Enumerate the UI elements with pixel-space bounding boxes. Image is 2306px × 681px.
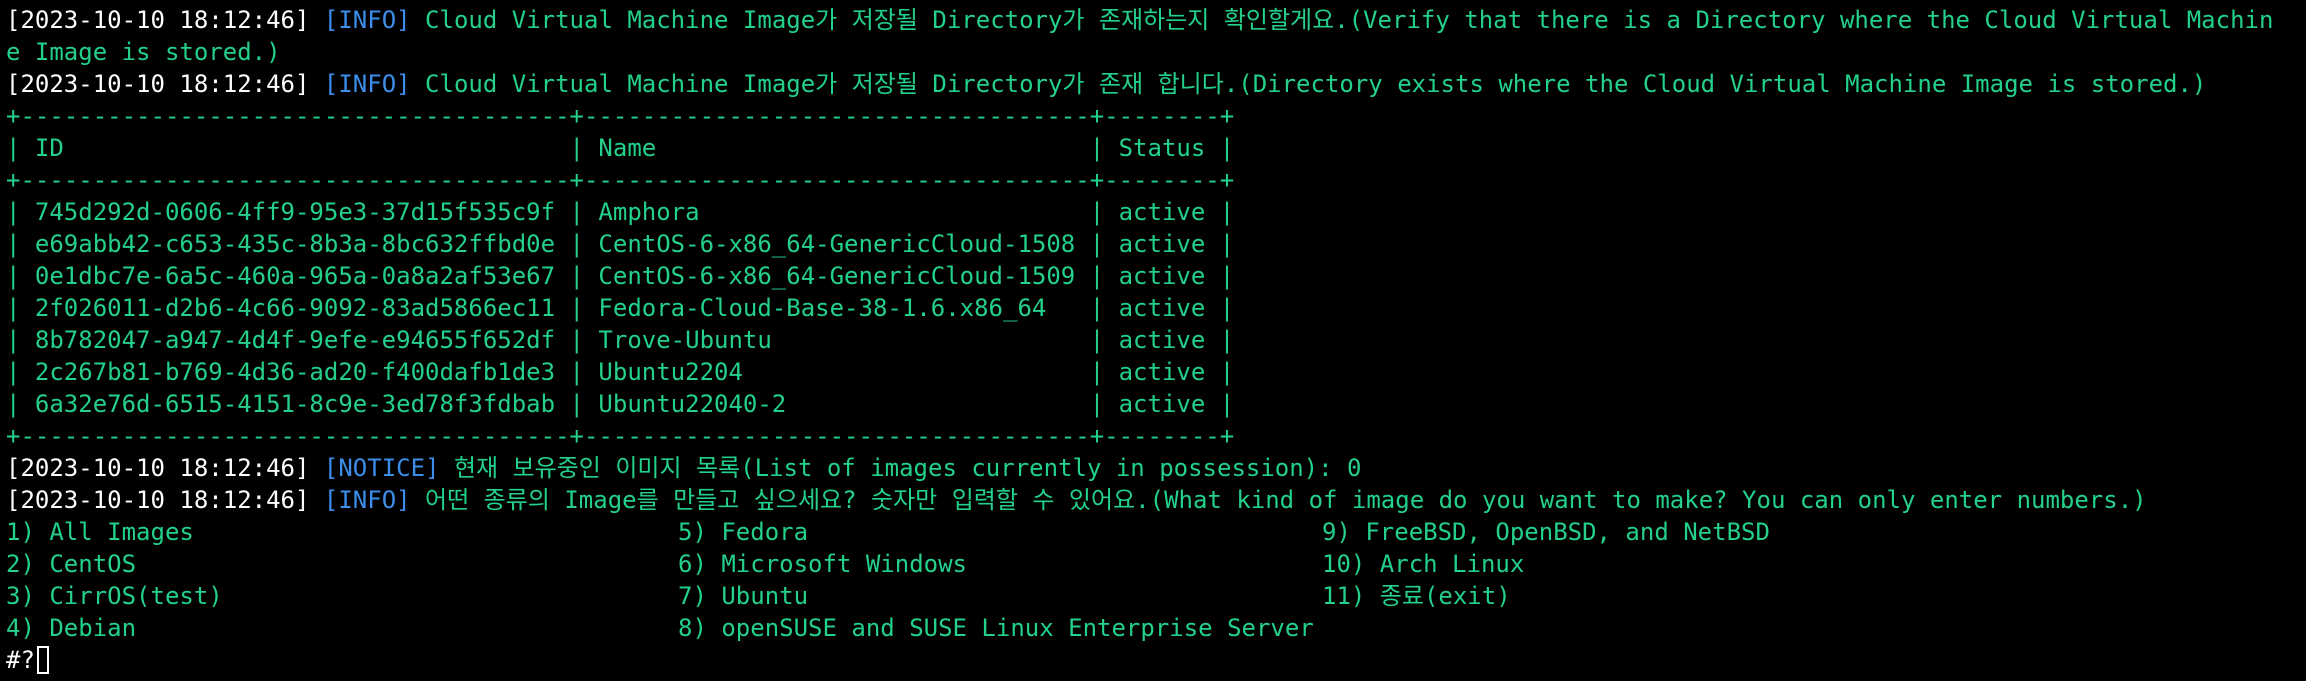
log-level-notice: [NOTICE] <box>323 454 440 482</box>
log-line-continuation: e Image is stored.) <box>6 38 281 66</box>
menu-option-fedora: 5) Fedora <box>678 518 809 546</box>
table-row: | 745d292d-0606-4ff9-95e3-37d15f535c9f |… <box>6 198 1235 226</box>
table-row: | 0e1dbc7e-6a5c-460a-965a-0a8a2af53e67 |… <box>6 262 1235 290</box>
menu-column-1: 1) All Images 2) CentOS 3) CirrOS(test) … <box>6 516 223 644</box>
log-line-verify-directory: [2023-10-10 18:12:46] [INFO] Cloud Virtu… <box>6 4 2306 36</box>
table-border-top: +--------------------------------------+… <box>6 102 1235 130</box>
table-row: | 6a32e76d-6515-4151-8c9e-3ed78f3fdbab |… <box>6 390 1235 418</box>
menu-option-all-images: 1) All Images <box>6 518 194 546</box>
menu-option-exit: 11) 종료(exit) <box>1322 582 1511 610</box>
log-level-info: [INFO] <box>323 6 411 34</box>
log-timestamp: [2023-10-10 18:12:46] <box>6 70 310 98</box>
log-message: 현재 보유중인 이미지 목록(List of images currently … <box>453 454 1362 482</box>
menu-option-centos: 2) CentOS <box>6 550 137 578</box>
image-type-menu: 1) All Images 2) CentOS 3) CirrOS(test) … <box>6 516 2306 644</box>
menu-option-windows: 6) Microsoft Windows <box>678 550 967 578</box>
text-cursor[interactable] <box>36 646 49 674</box>
log-timestamp: [2023-10-10 18:12:46] <box>6 454 310 482</box>
log-timestamp: [2023-10-10 18:12:46] <box>6 486 310 514</box>
menu-option-debian: 4) Debian <box>6 614 137 642</box>
table-row: | 2f026011-d2b6-4c66-9092-83ad5866ec11 |… <box>6 294 1235 322</box>
menu-column-2: 5) Fedora 6) Microsoft Windows 7) Ubuntu… <box>678 516 1314 644</box>
table-border-bottom: +--------------------------------------+… <box>6 422 1235 450</box>
table-row: | 2c267b81-b769-4d36-ad20-f400dafb1de3 |… <box>6 358 1235 386</box>
table-row: | 8b782047-a947-4d4f-9efe-e94655f652df |… <box>6 326 1235 354</box>
command-prompt[interactable]: #? <box>6 644 2306 676</box>
log-level-info: [INFO] <box>323 70 411 98</box>
terminal-output: [2023-10-10 18:12:46] [INFO] Cloud Virtu… <box>6 4 2306 681</box>
menu-option-cirros: 3) CirrOS(test) <box>6 582 223 610</box>
notice-line: [2023-10-10 18:12:46] [NOTICE] 현재 보유중인 이… <box>6 452 2306 484</box>
table-row: | e69abb42-c653-435c-8b3a-8bc632ffbd0e |… <box>6 230 1235 258</box>
prompt-symbol: #? <box>6 646 35 674</box>
menu-option-arch: 10) Arch Linux <box>1322 550 1525 578</box>
log-timestamp: [2023-10-10 18:12:46] <box>6 6 310 34</box>
log-message: Cloud Virtual Machine Image가 저장될 Directo… <box>425 6 2274 34</box>
table-header: | ID | Name | Status | <box>6 134 1235 162</box>
log-level-info: [INFO] <box>323 486 411 514</box>
menu-column-3: 9) FreeBSD, OpenBSD, and NetBSD 10) Arch… <box>1322 516 1770 612</box>
menu-option-ubuntu: 7) Ubuntu <box>678 582 809 610</box>
image-table: +--------------------------------------+… <box>6 100 2306 452</box>
question-line: [2023-10-10 18:12:46] [INFO] 어떤 종류의 Imag… <box>6 484 2306 516</box>
log-line-directory-exists: [2023-10-10 18:12:46] [INFO] Cloud Virtu… <box>6 68 2306 100</box>
log-message: Cloud Virtual Machine Image가 저장될 Directo… <box>425 70 2207 98</box>
table-border-header: +--------------------------------------+… <box>6 166 1235 194</box>
log-message: 어떤 종류의 Image를 만들고 싶으세요? 숫자만 입력할 수 있어요.(W… <box>425 486 2147 514</box>
menu-option-opensuse: 8) openSUSE and SUSE Linux Enterprise Se… <box>678 614 1314 642</box>
menu-option-bsd: 9) FreeBSD, OpenBSD, and NetBSD <box>1322 518 1770 546</box>
